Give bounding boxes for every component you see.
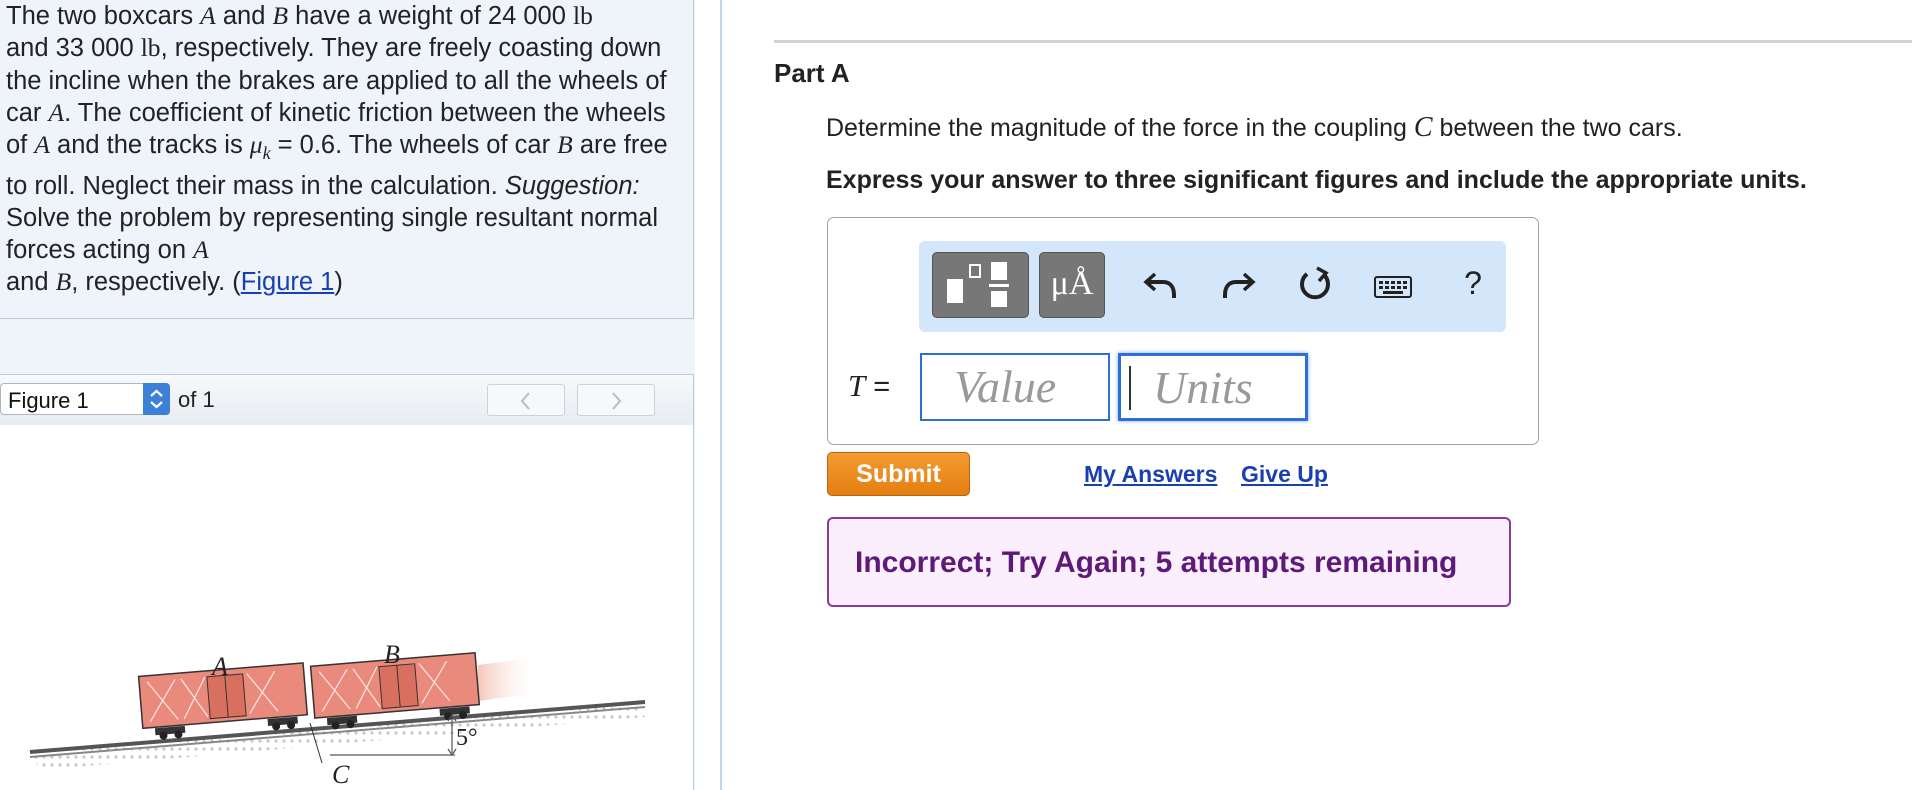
figure-navigation-bar: Figure 1 of 1 (0, 374, 694, 426)
feedback-box: Incorrect; Try Again; 5 attempts remaini… (827, 517, 1511, 607)
part-divider (774, 40, 1912, 43)
my-answers-link[interactable]: My Answers (1084, 461, 1217, 488)
label-a: A (210, 652, 228, 681)
previous-figure-button[interactable] (487, 384, 565, 416)
angle-label: 5° (456, 725, 478, 751)
panel-divider (720, 0, 722, 790)
reset-icon (1300, 266, 1330, 300)
help-button[interactable]: ? (1448, 260, 1498, 310)
label-b: B (384, 640, 400, 669)
chevron-left-icon (520, 392, 530, 410)
keyboard-button[interactable] (1368, 260, 1418, 310)
question-text: Determine the magnitude of the force in … (826, 112, 1683, 143)
units-input[interactable]: Units (1118, 353, 1308, 421)
label-c: C (332, 760, 350, 789)
reset-button[interactable] (1290, 260, 1340, 310)
templates-button[interactable] (932, 252, 1029, 318)
redo-button[interactable] (1213, 260, 1263, 310)
figure-select[interactable]: Figure 1 (0, 383, 170, 415)
submit-button[interactable]: Submit (827, 452, 970, 496)
answer-variable-label: T = (848, 368, 891, 403)
undo-icon (1143, 272, 1176, 298)
keyboard-icon (1374, 276, 1412, 298)
answer-box: μÅ ? T = Value Units (827, 217, 1539, 445)
problem-statement-box: The two boxcars A and B have a weight of… (0, 0, 694, 319)
figure-1-link[interactable]: Figure 1 (241, 268, 335, 296)
select-arrows-icon[interactable] (143, 383, 170, 415)
problem-text: The two boxcars A and B have a weight of… (6, 1, 668, 297)
undo-button[interactable] (1136, 260, 1186, 310)
templates-icon (947, 262, 1009, 307)
figure-area: A B C 5° (0, 425, 694, 790)
value-input[interactable]: Value (920, 353, 1110, 421)
figure-count: of 1 (178, 387, 215, 412)
math-toolbar: μÅ ? (919, 241, 1506, 332)
feedback-message: Incorrect; Try Again; 5 attempts remaini… (855, 546, 1458, 579)
chevron-right-icon (612, 392, 622, 410)
part-title: Part A (774, 58, 850, 88)
figure-select-value: Figure 1 (8, 388, 89, 413)
redo-icon (1223, 272, 1256, 298)
instruction-text: Express your answer to three significant… (826, 166, 1807, 194)
units-button[interactable]: μÅ (1039, 252, 1105, 318)
boxcars-figure: A B C 5° (29, 640, 646, 789)
give-up-link[interactable]: Give Up (1241, 461, 1328, 488)
text-caret (1129, 366, 1131, 410)
left-panel: The two boxcars A and B have a weight of… (0, 0, 695, 790)
next-figure-button[interactable] (577, 384, 655, 416)
